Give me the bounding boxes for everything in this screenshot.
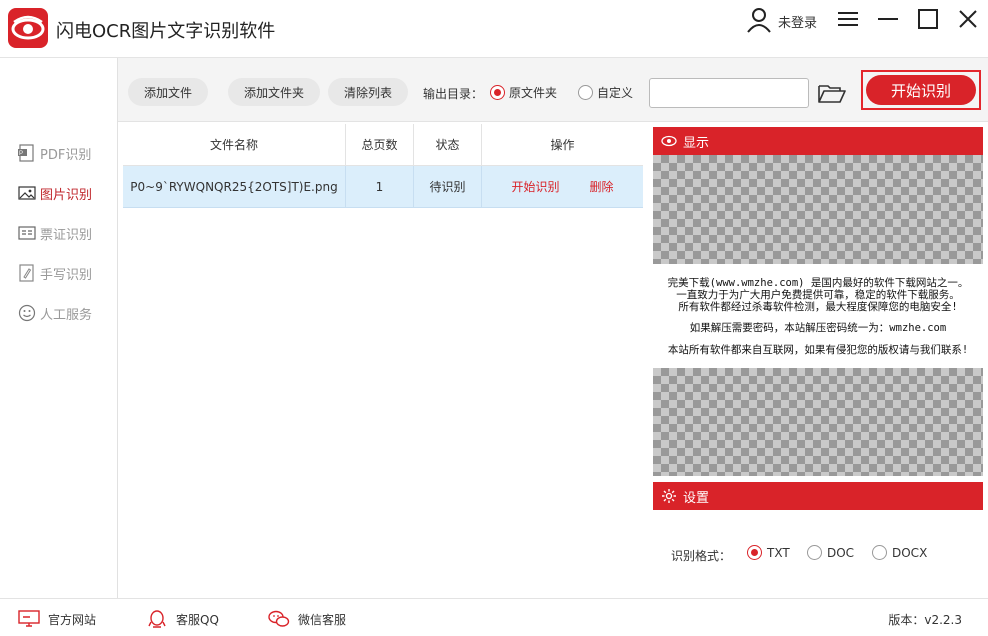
output-custom-radio[interactable]: 自定义 (578, 84, 633, 101)
add-folder-button[interactable]: 添加文件夹 (228, 78, 321, 106)
gear-icon (662, 489, 676, 503)
radio-unselected[interactable] (872, 545, 887, 560)
radio-label: DOCX (892, 545, 928, 560)
footer-label: 官方网站 (48, 612, 97, 627)
cell-pages: 1 (346, 166, 414, 207)
row-start-link[interactable]: 开始识别 (511, 178, 559, 195)
table-header: 文件名称 总页数 状态 操作 (123, 124, 643, 166)
preview-notice-image: 完美下载(www.wmzhe.com) 是国内最好的软件下载网站之一。 一直致力… (653, 264, 983, 368)
eye-icon (661, 135, 677, 147)
footer-label: 客服QQ (176, 612, 219, 627)
settings-panel-header: 设置 (653, 482, 983, 510)
start-button-frame: 开始识别 (861, 70, 981, 110)
radio-selected[interactable] (490, 85, 505, 100)
image-icon (18, 186, 36, 200)
cell-status: 待识别 (414, 166, 482, 207)
header-status: 状态 (414, 124, 482, 165)
wechat-icon (268, 610, 290, 627)
maximize-icon[interactable] (918, 9, 938, 29)
radio-label: TXT (767, 545, 790, 560)
qq-support-link[interactable]: 客服QQ (146, 609, 219, 629)
display-panel-title: 显示 (683, 135, 710, 151)
wechat-support-link[interactable]: 微信客服 (268, 609, 346, 629)
format-doc-radio[interactable]: DOC (807, 545, 854, 560)
user-icon[interactable] (746, 7, 772, 33)
notice-line: 如果解压需要密码，本站解压密码统一为：wmzhe.com (689, 322, 947, 334)
sidebar-item-label: 人工服务 (40, 307, 93, 323)
output-path-input[interactable] (649, 78, 809, 108)
pdf-icon: P (18, 144, 34, 162)
app-title: 闪电OCR图片文字识别软件 (56, 21, 276, 42)
smile-icon (18, 304, 36, 322)
title-bar: 闪电OCR图片文字识别软件 未登录 (0, 0, 988, 58)
sidebar-item-ticket[interactable]: 票证识别 (18, 221, 92, 245)
table-row[interactable]: P0~9`RYWQNQR25{2OTS]T)E.png 1 待识别 开始识别 删… (123, 166, 643, 208)
radio-label: 原文件夹 (509, 86, 558, 100)
folder-open-icon[interactable] (818, 82, 846, 104)
notice-line: 所有软件都经过杀毒软件检测，最大程度保障您的电脑安全! (678, 301, 958, 313)
footer-label: 微信客服 (298, 612, 347, 627)
version-label: 版本：v2.2.3 (888, 613, 962, 627)
app-logo-eye-icon (8, 8, 48, 48)
sidebar-item-label: 手写识别 (40, 267, 93, 283)
footer: 官方网站 客服QQ 微信客服 版本：v2.2.3 (0, 598, 988, 636)
header-actions: 操作 (550, 138, 575, 152)
handwriting-icon (19, 264, 34, 282)
radio-label: 自定义 (597, 86, 634, 100)
sidebar-item-handwriting[interactable]: 手写识别 (18, 261, 92, 285)
format-txt-radio[interactable]: TXT (747, 545, 790, 560)
sidebar-item-label: 票证识别 (40, 227, 93, 243)
format-label: 识别格式： (671, 549, 732, 563)
sidebar-item-image[interactable]: 图片识别 (18, 181, 92, 205)
settings-panel-body: 识别格式： TXT DOC DOCX (653, 511, 983, 591)
sidebar-item-service[interactable]: 人工服务 (18, 301, 92, 325)
sidebar: P PDF识别 图片识别 票证识别 手写识别 人工服务 (0, 58, 118, 598)
radio-label: DOC (827, 545, 855, 560)
output-original-radio[interactable]: 原文件夹 (490, 84, 557, 101)
notice-line: 本站所有软件都来自互联网，如果有侵犯您的版权请与我们联系! (667, 344, 969, 356)
sidebar-item-pdf[interactable]: P PDF识别 (18, 141, 91, 165)
ticket-icon (18, 226, 36, 240)
toolbar: 添加文件 添加文件夹 清除列表 输出目录： 原文件夹 自定义 开始识别 (118, 58, 988, 122)
output-dir-label: 输出目录： (423, 87, 484, 101)
preview-transparent-top (653, 155, 983, 264)
monitor-icon (18, 610, 40, 627)
add-file-button[interactable]: 添加文件 (128, 78, 209, 106)
settings-panel-title: 设置 (683, 490, 710, 506)
notice-line: 完美下载(www.wmzhe.com) 是国内最好的软件下载网站之一。 (667, 277, 969, 289)
notice-line: 一直致力于为广大用户免费提供可靠，稳定的软件下载服务。 (676, 289, 960, 301)
header-filename: 文件名称 (123, 124, 346, 165)
menu-icon[interactable] (838, 10, 858, 28)
cell-actions: 开始识别 删除 (482, 166, 643, 207)
radio-selected[interactable] (747, 545, 762, 560)
display-panel-header: 显示 (653, 127, 983, 155)
sidebar-item-label: 图片识别 (40, 187, 93, 203)
sidebar-item-label: PDF识别 (40, 147, 92, 163)
qq-icon (148, 610, 166, 628)
svg-text:P: P (19, 151, 23, 157)
cell-filename: P0~9`RYWQNQR25{2OTS]T)E.png (123, 166, 346, 207)
format-docx-radio[interactable]: DOCX (872, 545, 927, 560)
radio-unselected[interactable] (807, 545, 822, 560)
start-recognition-button[interactable]: 开始识别 (866, 75, 976, 105)
file-table: 文件名称 总页数 状态 操作 P0~9`RYWQNQR25{2OTS]T)E.p… (123, 124, 643, 208)
radio-unselected[interactable] (578, 85, 593, 100)
header-pages: 总页数 (346, 124, 414, 165)
close-icon[interactable] (958, 9, 978, 29)
minimize-icon[interactable] (878, 10, 898, 28)
row-delete-link[interactable]: 删除 (590, 178, 614, 195)
login-status[interactable]: 未登录 (778, 12, 817, 31)
preview-transparent-bottom (653, 368, 983, 476)
clear-list-button[interactable]: 清除列表 (328, 78, 409, 106)
official-website-link[interactable]: 官方网站 (18, 609, 96, 629)
